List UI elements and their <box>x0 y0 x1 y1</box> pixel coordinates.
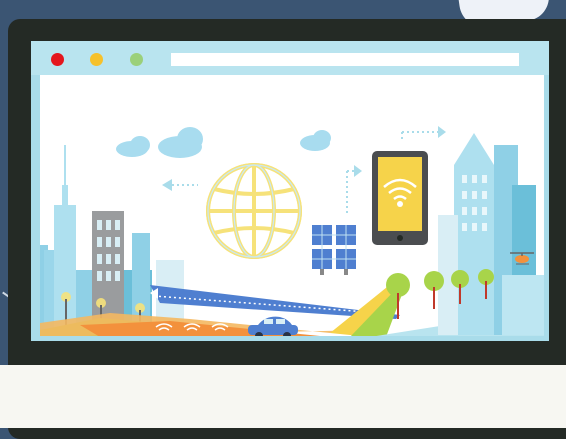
city-scene <box>40 126 544 336</box>
maximize-button[interactable] <box>130 53 143 66</box>
browser-window <box>31 41 549 341</box>
monitor-bezel <box>0 365 566 428</box>
arrow-icon <box>401 126 446 141</box>
cloud-icon <box>158 127 203 158</box>
solar-panel-icon <box>312 225 356 275</box>
browser-toolbar <box>31 41 549 75</box>
cloud-icon <box>300 130 331 151</box>
arrow-icon <box>346 165 362 215</box>
tablet-icon <box>372 151 428 245</box>
left-skyline <box>40 145 184 335</box>
minimize-button[interactable] <box>90 53 103 66</box>
address-bar[interactable] <box>171 53 519 66</box>
smart-city-illustration <box>40 75 544 336</box>
close-button[interactable] <box>51 53 64 66</box>
right-skyline <box>438 133 544 335</box>
arrow-icon <box>162 179 198 191</box>
cloud-icon <box>116 136 150 157</box>
car-icon <box>248 316 298 336</box>
